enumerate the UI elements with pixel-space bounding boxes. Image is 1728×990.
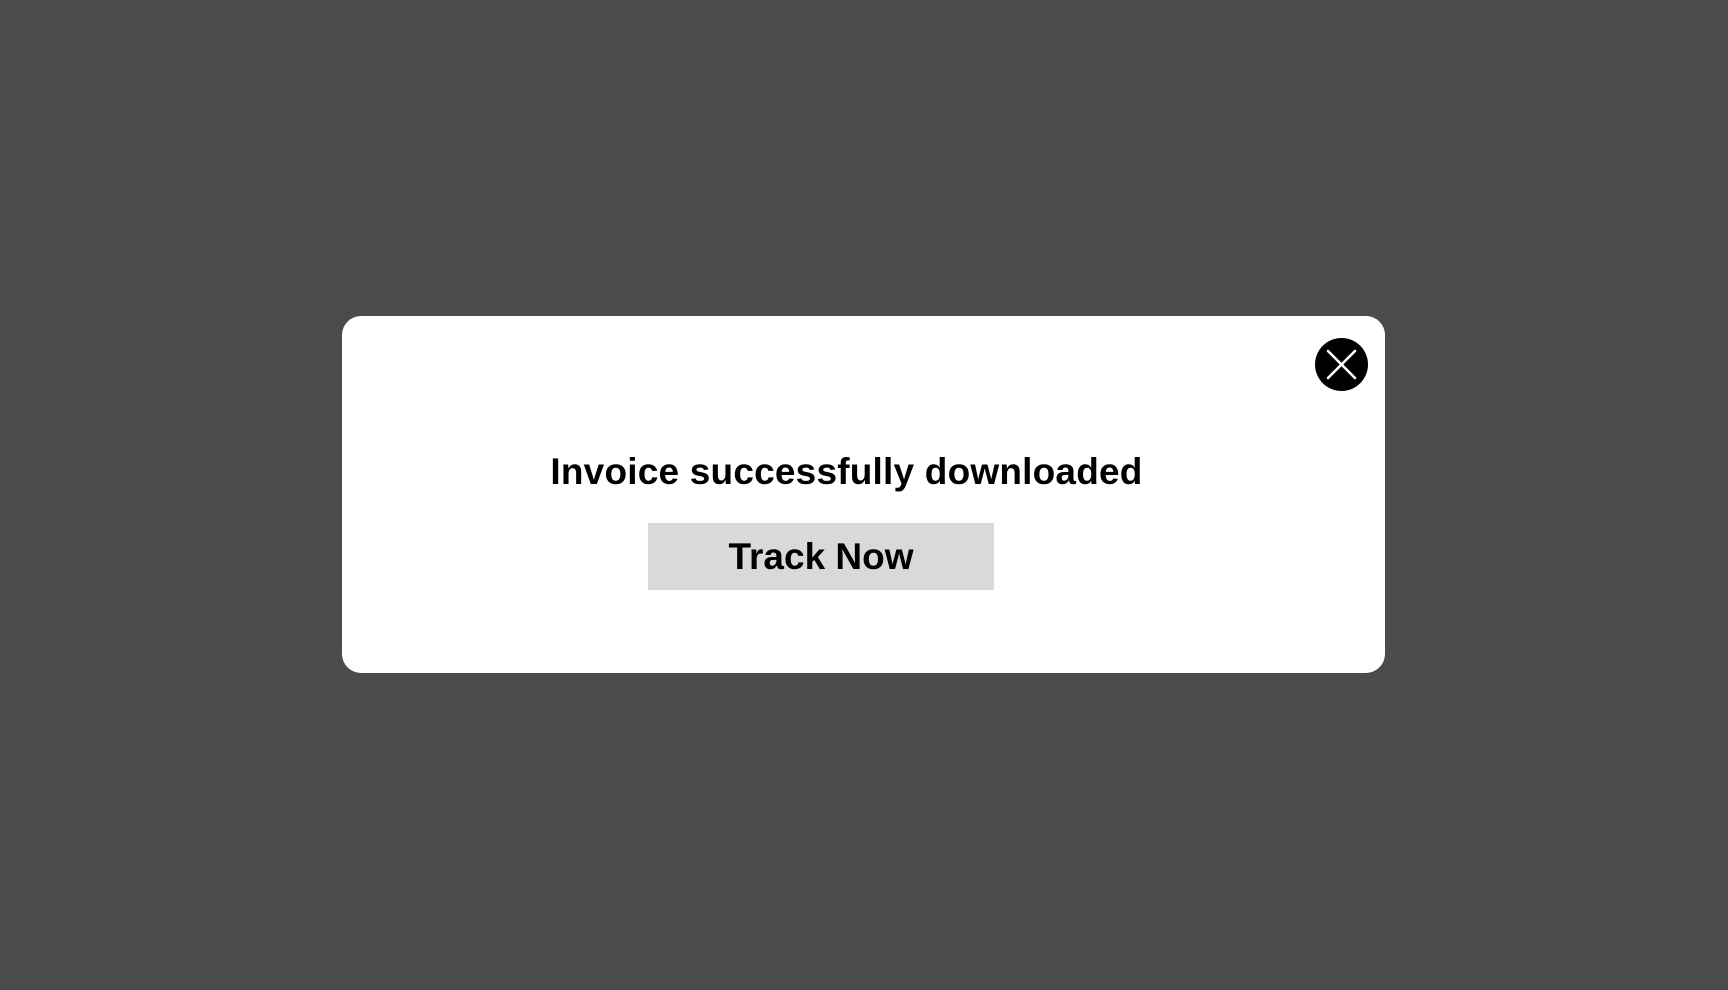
dialog-title: Invoice successfully downloaded [550, 451, 1143, 492]
close-icon [1326, 349, 1357, 380]
track-now-button[interactable]: Track Now [648, 523, 994, 590]
close-button[interactable] [1315, 338, 1368, 391]
modal-backdrop[interactable]: Invoice successfully downloaded Track No… [0, 0, 1728, 990]
success-dialog: Invoice successfully downloaded Track No… [342, 316, 1385, 673]
